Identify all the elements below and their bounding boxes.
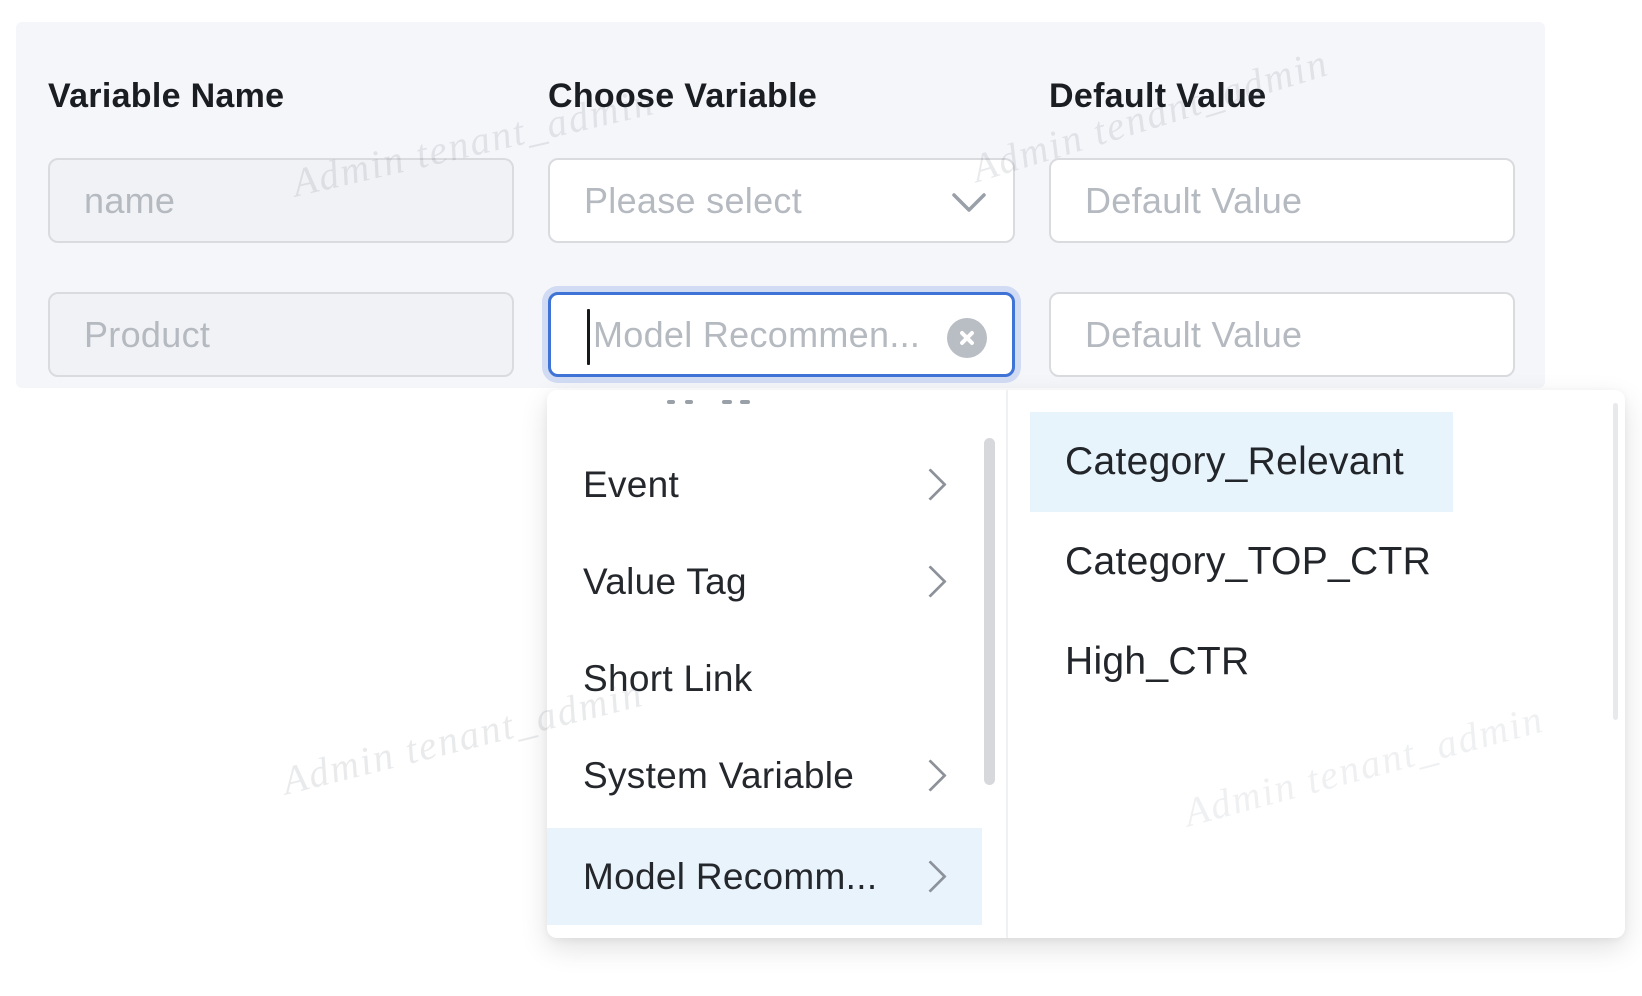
default-value-input-row2-field[interactable] — [1051, 314, 1513, 356]
submenu-scrollbar[interactable] — [1613, 403, 1618, 720]
menu-item-model-recommend[interactable]: Model Recomm... — [547, 828, 982, 925]
choose-variable-select-row1[interactable] — [548, 158, 1015, 243]
menu-item-model-recommend-label: Model Recomm... — [583, 856, 877, 898]
chevron-right-icon — [914, 565, 947, 598]
variable-name-header: Variable Name — [48, 74, 514, 118]
default-value-input-row2[interactable] — [1049, 292, 1515, 377]
menu-item-event[interactable]: Event — [547, 436, 982, 533]
submenu-item-category-top-ctr-label: Category_TOP_CTR — [1065, 540, 1431, 584]
clipped-menu-item-fragment — [740, 400, 750, 404]
submenu-item-category-top-ctr[interactable]: Category_TOP_CTR — [1065, 512, 1431, 612]
chevron-right-icon — [914, 759, 947, 792]
choose-variable-select-row2[interactable]: Model Recommen... — [548, 292, 1015, 377]
submenu-item-category-relevant[interactable]: Category_Relevant — [1065, 412, 1404, 512]
choose-variable-select-row2-value: Model Recommen... — [593, 295, 920, 374]
text-cursor — [587, 309, 590, 365]
variable-name-input-row1[interactable] — [48, 158, 514, 243]
variable-name-input-row2-field[interactable] — [50, 314, 512, 356]
menu-item-short-link[interactable]: Short Link — [547, 630, 982, 727]
submenu-item-high-ctr[interactable]: High_CTR — [1065, 612, 1249, 712]
choose-variable-select-row1-value[interactable] — [550, 180, 1013, 222]
menu-item-short-link-label: Short Link — [583, 658, 753, 700]
submenu-item-high-ctr-label: High_CTR — [1065, 640, 1249, 684]
clear-icon[interactable] — [947, 318, 987, 358]
cascader-column-divider — [1006, 390, 1008, 938]
choose-variable-header: Choose Variable — [548, 74, 1015, 118]
cascader-dropdown: Event Value Tag Short Link System Variab… — [547, 390, 1625, 938]
menu-item-system-variable-label: System Variable — [583, 755, 854, 797]
default-value-header: Default Value — [1049, 74, 1515, 118]
submenu-item-category-relevant-label: Category_Relevant — [1065, 440, 1404, 484]
chevron-down-icon[interactable] — [951, 192, 987, 214]
variable-name-input-row2[interactable] — [48, 292, 514, 377]
menu-item-system-variable[interactable]: System Variable — [547, 727, 982, 824]
menu-scrollbar[interactable] — [984, 438, 995, 785]
clipped-menu-item-fragment — [667, 400, 675, 404]
chevron-right-icon — [914, 468, 947, 501]
menu-item-event-label: Event — [583, 464, 679, 506]
menu-item-value-tag[interactable]: Value Tag — [547, 533, 982, 630]
default-value-input-row1-field[interactable] — [1051, 180, 1513, 222]
chevron-right-icon — [914, 860, 947, 893]
default-value-input-row1[interactable] — [1049, 158, 1515, 243]
menu-item-value-tag-label: Value Tag — [583, 561, 747, 603]
variable-name-input-row1-field[interactable] — [50, 180, 512, 222]
clipped-menu-item-fragment — [685, 400, 693, 404]
clipped-menu-item-fragment — [722, 400, 732, 404]
